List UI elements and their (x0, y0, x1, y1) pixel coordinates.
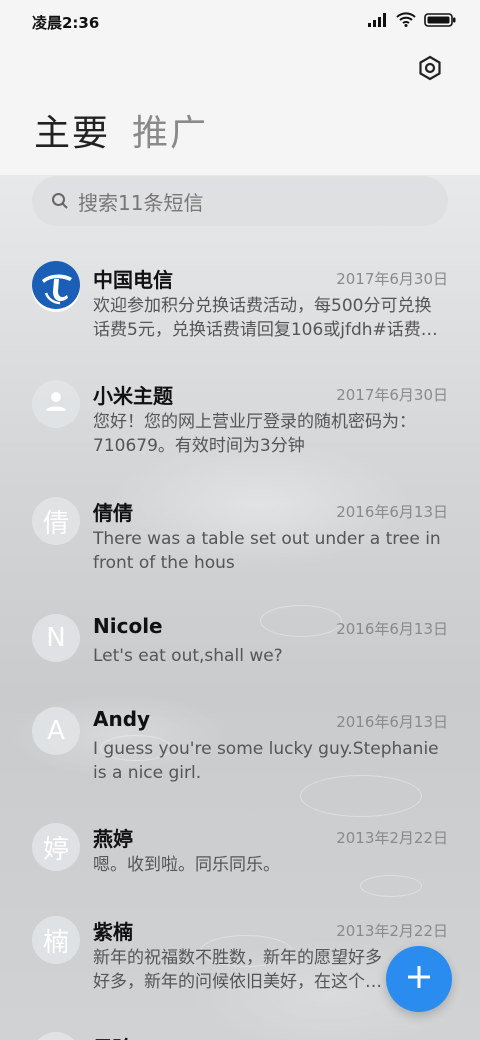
contact-name: Nicole (93, 614, 163, 638)
conversation-item[interactable]: A Andy 2016年6月13日 I guess you're some lu… (0, 687, 480, 803)
message-date: 2016年6月13日 (336, 713, 448, 731)
category-tabs: 主要 推广 (34, 104, 208, 156)
avatar (32, 1032, 80, 1040)
message-preview: Let's eat out,shall we? (93, 646, 283, 666)
search-icon (50, 191, 70, 211)
settings-icon (418, 55, 442, 85)
message-preview: There was a table set out under a tree i… (93, 529, 441, 573)
message-preview: 欢迎参加积分兑换话费活动，每500分可兑换话费5元，兑换话费请回复106或jfd… (93, 296, 438, 340)
avatar: A (32, 707, 80, 755)
person-icon (44, 389, 68, 420)
search-placeholder: 搜索11条短信 (78, 190, 204, 215)
contact-name: 子玲 (93, 1032, 133, 1040)
contact-name: 中国电信 (93, 268, 173, 292)
message-preview: 嗯。收到啦。同乐同乐。 (93, 855, 280, 875)
avatar: 倩 (32, 497, 80, 545)
conversation-item[interactable]: 小米主题 2017年6月30日 您好！您的网上营业厅登录的随机密码为：71067… (0, 360, 480, 476)
message-date: 2013年2月22日 (336, 922, 448, 940)
conversation-item[interactable]: N Nicole 2016年6月13日 Let's eat out,shall … (0, 594, 480, 686)
tab-promotions[interactable]: 推广 (132, 104, 208, 156)
contact-name: 小米主题 (93, 384, 173, 408)
message-date: 2013年2月22日 (336, 829, 448, 847)
message-preview: 您好！您的网上营业厅登录的随机密码为：710679。有效时间为3分钟 (93, 412, 416, 456)
contact-name: Andy (93, 707, 151, 731)
avatar: 楠 (32, 916, 80, 964)
message-date: 2017年6月30日 (336, 270, 448, 288)
status-time: 凌晨2:36 (32, 14, 100, 32)
avatar: N (32, 614, 80, 662)
message-date: 2016年6月13日 (336, 503, 448, 521)
contact-name: 倩倩 (93, 501, 133, 525)
status-bar: 凌晨2:36 (0, 0, 480, 44)
avatar (32, 380, 80, 428)
china-telecom-logo-icon (32, 260, 80, 316)
avatar: 婷 (32, 823, 80, 871)
search-bar[interactable]: 搜索11条短信 (32, 176, 448, 226)
message-date: 2016年6月13日 (336, 620, 448, 638)
contact-name: 燕婷 (93, 827, 133, 851)
conversation-item[interactable]: 倩 倩倩 2016年6月13日 There was a table set ou… (0, 477, 480, 593)
wifi-icon (396, 12, 416, 32)
message-preview: 新年的祝福数不胜数，新年的愿望好多好多，新年的问候依旧美好，在这个温馨的时刻 (93, 948, 382, 992)
battery-icon (424, 12, 456, 32)
signal-icon (368, 12, 388, 32)
tab-main[interactable]: 主要 (34, 104, 110, 156)
message-preview: I guess you're some lucky guy.Stephanie … (93, 739, 439, 783)
conversation-item[interactable]: 子玲 (0, 1012, 480, 1040)
message-date: 2017年6月30日 (336, 386, 448, 404)
compose-button[interactable] (386, 946, 452, 1012)
conversation-item[interactable]: 中国电信 2017年6月30日 欢迎参加积分兑换话费活动，每500分可兑换话费5… (0, 244, 480, 360)
contact-name: 紫楠 (93, 920, 133, 944)
conversation-item[interactable]: 婷 燕婷 2013年2月22日 嗯。收到啦。同乐同乐。 (0, 803, 480, 895)
settings-button[interactable] (414, 54, 446, 86)
plus-icon (405, 963, 433, 995)
avatar (32, 260, 80, 312)
